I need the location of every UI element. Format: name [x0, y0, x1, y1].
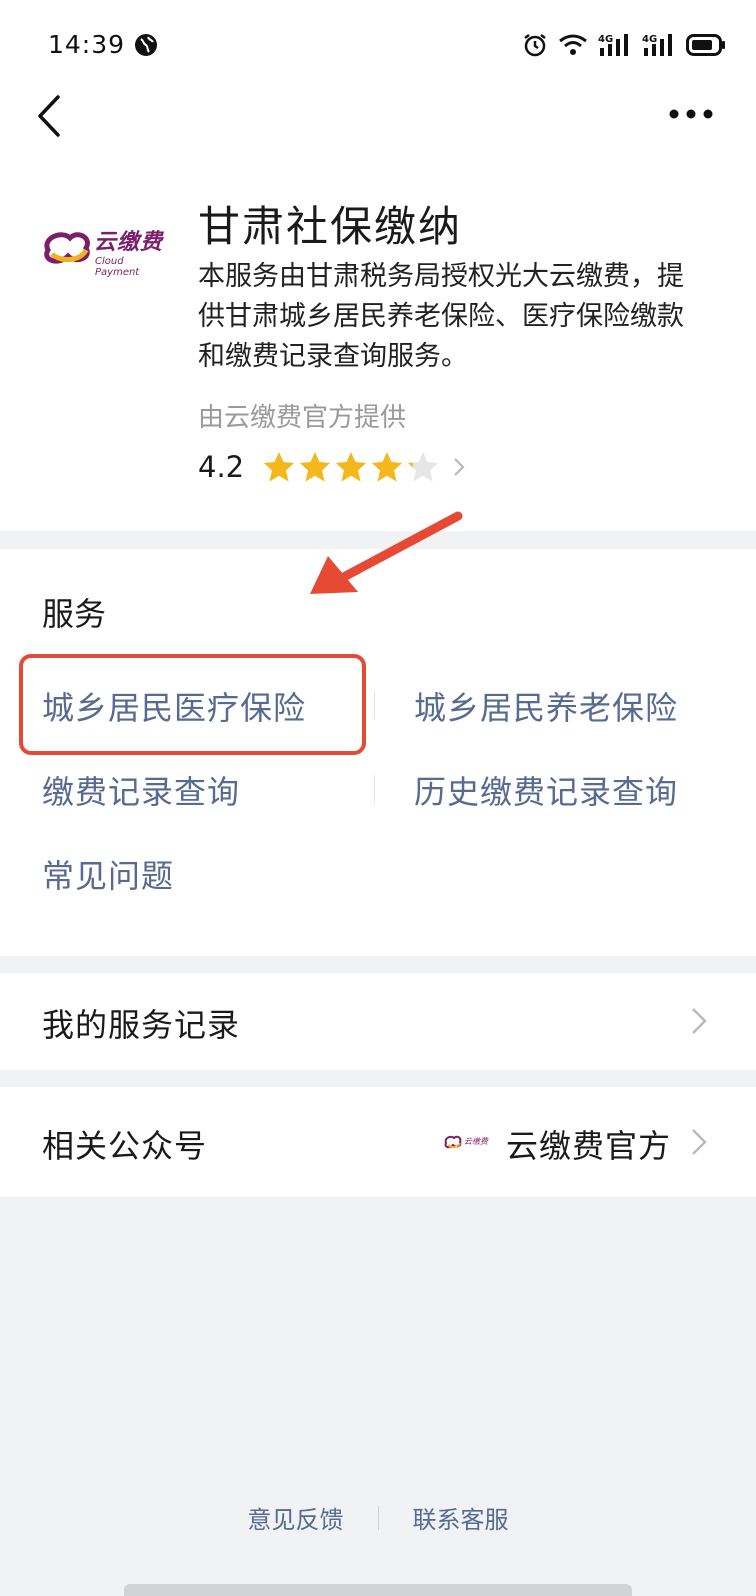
signal-4g-icon: 4G	[642, 34, 672, 56]
chevron-right-icon	[692, 1129, 707, 1155]
annotation-arrow-icon	[310, 511, 463, 594]
chevron-right-icon	[454, 458, 465, 476]
globe-icon	[135, 34, 157, 56]
service-link-payment-records[interactable]: 缴费记录查询	[42, 767, 240, 813]
rating-value: 4.2	[198, 450, 245, 484]
back-icon[interactable]	[32, 94, 72, 138]
logo-text: 云缴费	[94, 230, 164, 255]
rating-row[interactable]: 4.2	[198, 447, 466, 487]
service-link-faq[interactable]: 常见问题	[42, 851, 174, 897]
more-icon[interactable]	[668, 100, 714, 128]
battery-icon	[686, 34, 725, 56]
status-bar: 14:39 4G 4G	[0, 0, 756, 92]
services-title: 服务	[42, 595, 107, 633]
home-indicator[interactable]	[124, 1584, 632, 1596]
service-link-medical-insurance[interactable]: 城乡居民医疗保险	[42, 683, 306, 729]
footer-links: 意见反馈 联系客服	[0, 1500, 756, 1535]
official-account-row[interactable]: 相关公众号 云缴费 云缴费官方	[0, 1087, 756, 1197]
star-icon	[264, 452, 295, 482]
app-title: 甘肃社保缴纳	[198, 202, 463, 251]
wifi-icon	[559, 34, 587, 55]
chevron-right-icon	[692, 1008, 707, 1034]
logo-subtext: Cloud Payment	[95, 256, 140, 278]
star-rating	[262, 450, 440, 484]
service-link-pension-insurance[interactable]: 城乡居民养老保险	[414, 683, 678, 729]
svg-text:云缴费: 云缴费	[464, 1137, 489, 1146]
alarm-icon	[524, 34, 546, 57]
divider	[374, 691, 375, 719]
star-icon	[408, 452, 439, 482]
star-icon	[372, 452, 403, 482]
app-provider: 由云缴费官方提供	[198, 403, 407, 433]
app-header-card: 云缴费 Cloud Payment 甘肃社保缴纳 本服务由甘肃税务局授权光大云缴…	[0, 165, 756, 531]
svg-text:4G: 4G	[642, 34, 657, 45]
feedback-link[interactable]: 意见反馈	[214, 1500, 378, 1535]
svg-text:4G: 4G	[598, 34, 613, 45]
divider	[374, 775, 375, 803]
customer-service-link[interactable]: 联系客服	[379, 1500, 543, 1535]
services-card: 服务 城乡居民医疗保险 城乡居民养老保险 缴费记录查询 历史缴费记录查询 常见问…	[0, 511, 756, 956]
app-logo: 云缴费 Cloud Payment	[40, 220, 170, 290]
my-records-row[interactable]: 我的服务记录	[0, 973, 756, 1070]
official-account-name: 云缴费官方	[506, 1127, 672, 1165]
status-time: 14:39	[48, 30, 126, 59]
account-logo-icon: 云缴费	[444, 1135, 489, 1149]
star-icon	[300, 452, 331, 482]
app-description: 本服务由甘肃税务局授权光大云缴费，提供甘肃城乡居民养老保险、医疗保险缴款和缴费记…	[198, 261, 684, 372]
status-icons: 4G 4G	[522, 30, 726, 60]
star-icon	[336, 452, 367, 482]
my-records-label: 我的服务记录	[42, 1006, 241, 1044]
signal-4g-icon: 4G	[598, 34, 628, 56]
service-link-history-records[interactable]: 历史缴费记录查询	[414, 767, 678, 813]
official-account-label: 相关公众号	[42, 1127, 208, 1165]
